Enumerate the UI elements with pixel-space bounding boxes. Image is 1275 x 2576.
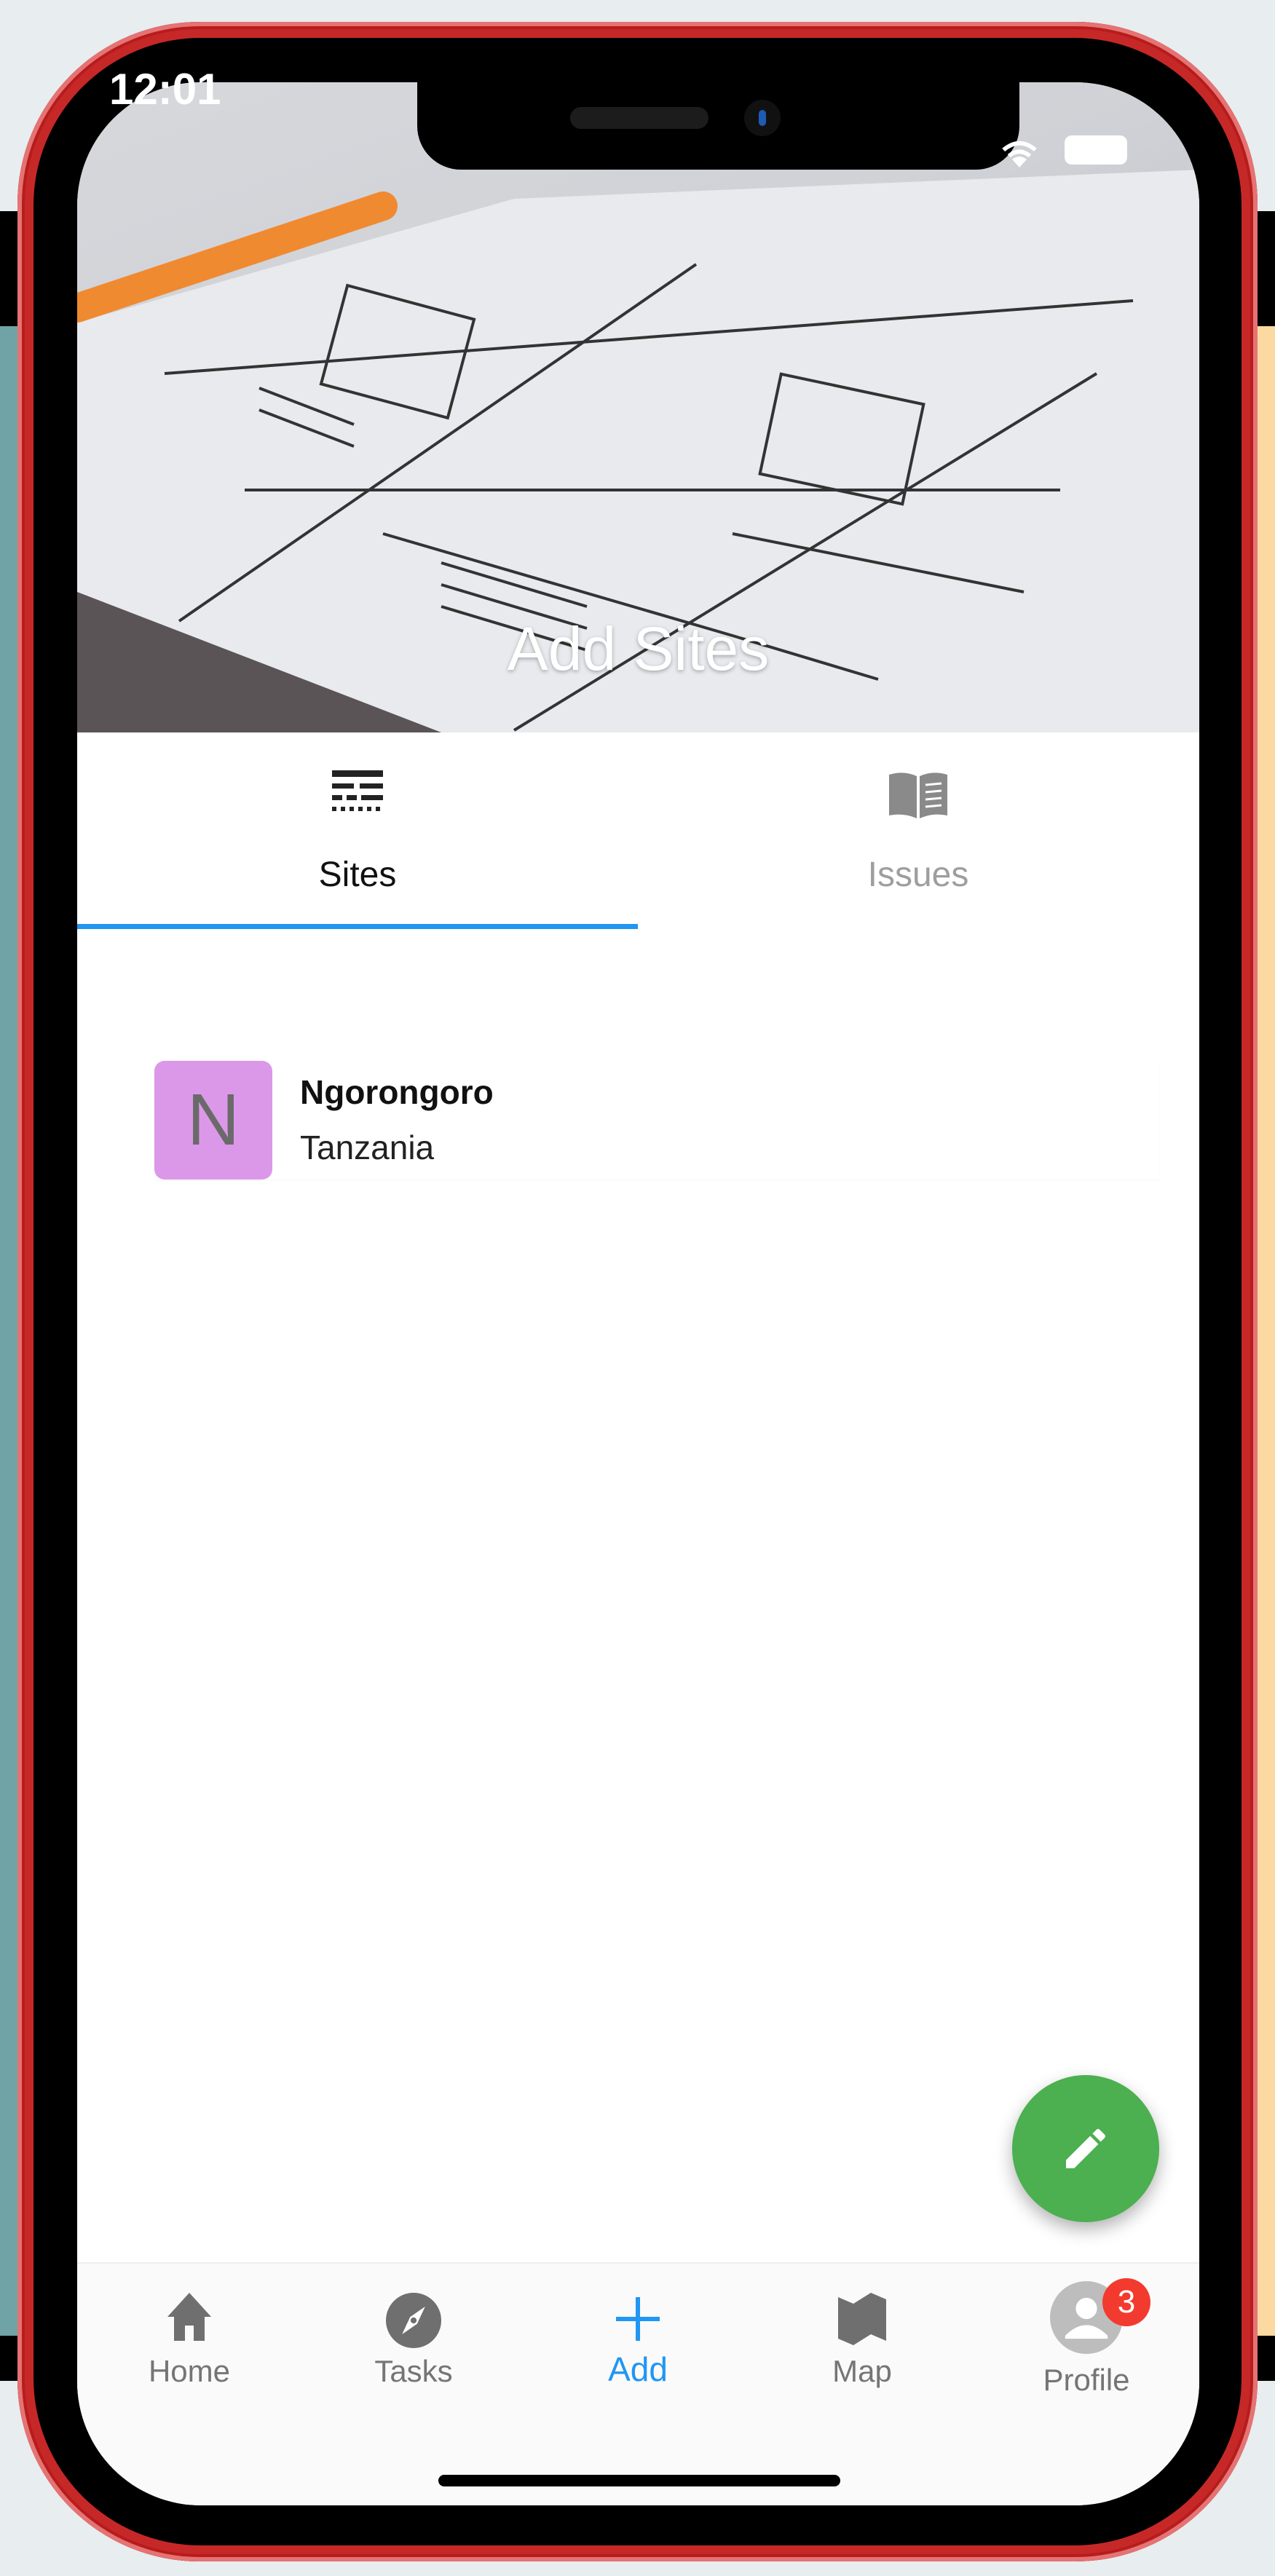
- site-avatar: N: [154, 1061, 272, 1180]
- app-screen: Add Sites Sites Issues N Ngorongoro Tanz…: [77, 82, 1199, 2505]
- edit-fab-button[interactable]: [1012, 2075, 1159, 2222]
- front-camera: [744, 100, 781, 136]
- pencil-icon: [1066, 2128, 1106, 2168]
- site-name: Ngorongoro: [300, 1073, 494, 1111]
- tab-label: Sites: [318, 856, 397, 894]
- notch: [417, 82, 1019, 170]
- sites-lines-icon: [332, 770, 383, 811]
- nav-label: Add: [608, 2350, 668, 2388]
- tab-issues[interactable]: Issues: [638, 732, 1199, 1007]
- book-icon: [889, 773, 947, 818]
- tab-bar: Sites Issues: [77, 732, 1199, 1007]
- home-indicator: [438, 2475, 840, 2486]
- tab-sites[interactable]: Sites: [77, 732, 638, 1007]
- nav-add[interactable]: Add: [526, 2264, 750, 2409]
- nav-label: Tasks: [374, 2354, 453, 2388]
- tab-label: Issues: [867, 856, 969, 894]
- nav-label: Map: [832, 2354, 892, 2388]
- nav-map[interactable]: Map: [750, 2264, 974, 2409]
- notification-badge: 3: [1102, 2278, 1150, 2326]
- plus-icon: [616, 2297, 660, 2341]
- page-title: Add Sites: [507, 615, 770, 683]
- speaker-grille: [570, 107, 708, 129]
- site-list-item[interactable]: N Ngorongoro Tanzania: [154, 1061, 1159, 1180]
- battery-icon: [1065, 135, 1127, 165]
- home-icon: [167, 2293, 211, 2341]
- status-time: 12:01: [109, 65, 221, 114]
- nav-profile[interactable]: 3 Profile: [974, 2264, 1199, 2409]
- compass-icon: [386, 2293, 441, 2348]
- nav-label: Home: [148, 2354, 231, 2388]
- nav-tasks[interactable]: Tasks: [301, 2264, 526, 2409]
- bottom-navigation: Home Tasks Add Map 3 Profile: [77, 2262, 1199, 2505]
- map-icon: [838, 2293, 886, 2345]
- tab-indicator: [77, 924, 638, 929]
- nav-home[interactable]: Home: [77, 2264, 301, 2409]
- site-country: Tanzania: [300, 1129, 435, 1166]
- wifi-icon: [1002, 141, 1037, 167]
- nav-label: Profile: [1043, 2363, 1130, 2397]
- header-image: Add Sites: [77, 82, 1199, 732]
